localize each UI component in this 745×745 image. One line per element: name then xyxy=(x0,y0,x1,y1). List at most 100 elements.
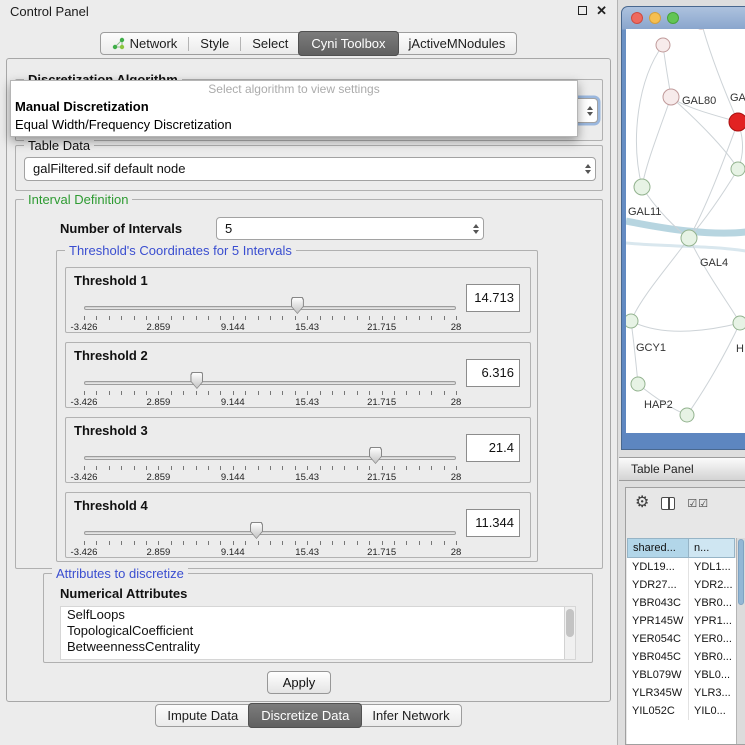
numerical-attributes-list[interactable]: SelfLoopsTopologicalCoefficientBetweenne… xyxy=(60,606,576,660)
tick-mark xyxy=(146,466,147,470)
columns-icon[interactable] xyxy=(661,497,675,510)
threshold-slider[interactable]: -3.4262.8599.14415.4321.71528 xyxy=(84,292,456,332)
attribute-list-item[interactable]: TopologicalCoefficient xyxy=(61,623,575,639)
slider-thumb[interactable] xyxy=(190,372,203,389)
slider-thumb[interactable] xyxy=(291,297,304,314)
network-node[interactable] xyxy=(680,408,694,422)
control-panel-window: Control Panel ✕ NetworkStyle Select Cyni T… xyxy=(0,0,618,745)
tick-mark xyxy=(220,466,221,470)
network-view-window[interactable]: GAL80GAGAL11GAL4GCY1HHAP2 xyxy=(621,6,745,450)
tick-mark xyxy=(419,541,420,545)
network-node[interactable] xyxy=(634,179,650,195)
slider-scale: -3.4262.8599.14415.4321.71528 xyxy=(84,322,456,333)
apply-button[interactable]: Apply xyxy=(267,671,331,694)
tick-mark xyxy=(109,466,110,470)
tick-mark xyxy=(134,541,135,545)
table-row[interactable]: YDR27...YDR2... xyxy=(627,576,736,594)
list-scrollbar-thumb[interactable] xyxy=(566,609,574,637)
tab-jactivemnodules[interactable]: jActiveMNodules xyxy=(398,32,517,55)
threshold-value-field[interactable]: 11.344 xyxy=(466,509,520,537)
tick-mark xyxy=(419,391,420,395)
scale-label: 2.859 xyxy=(147,397,171,408)
network-node-label: GCY1 xyxy=(636,342,666,354)
attribute-list-item[interactable]: SelfLoops xyxy=(61,607,575,623)
table-row[interactable]: YBR043CYBR0... xyxy=(627,594,736,612)
tick-mark xyxy=(394,541,395,545)
tick-mark xyxy=(158,466,159,470)
attribute-list-item[interactable]: BetweennessCentrality xyxy=(61,639,575,655)
tab-network[interactable]: Network xyxy=(101,32,189,55)
tick-mark xyxy=(270,541,271,545)
tick-mark xyxy=(96,316,97,320)
network-node[interactable] xyxy=(733,316,745,330)
tick-mark xyxy=(208,316,209,320)
threshold-value-field[interactable]: 21.4 xyxy=(466,434,520,462)
algorithm-option[interactable]: Equal Width/Frequency Discretization xyxy=(11,116,577,134)
table-scrollbar-thumb[interactable] xyxy=(738,539,744,605)
column-header-2[interactable]: n... xyxy=(689,538,735,558)
threshold-label: Threshold 3 xyxy=(74,423,148,438)
tick-mark xyxy=(431,391,432,395)
threshold-slider[interactable]: -3.4262.8599.14415.4321.71528 xyxy=(84,367,456,407)
close-icon[interactable]: ✕ xyxy=(596,4,607,17)
column-header-1[interactable]: shared... xyxy=(627,538,689,558)
list-scrollbar[interactable] xyxy=(564,607,575,659)
threshold-slider[interactable]: -3.4262.8599.14415.4321.71528 xyxy=(84,517,456,557)
tab-style[interactable]: Style xyxy=(189,32,240,55)
threshold-value-field[interactable]: 14.713 xyxy=(466,284,520,312)
tab-impute-data[interactable]: Impute Data xyxy=(156,704,249,727)
slider-thumb-face xyxy=(292,298,303,313)
network-node[interactable] xyxy=(663,89,679,105)
control-panel-titlebar[interactable]: Control Panel ✕ xyxy=(0,0,617,22)
zoom-traffic-icon[interactable] xyxy=(667,12,679,24)
table-row[interactable]: YBL079WYBL0... xyxy=(627,666,736,684)
tick-mark xyxy=(208,541,209,545)
table-scrollbar[interactable] xyxy=(736,538,745,744)
table-row[interactable]: YDL19...YDL1... xyxy=(627,558,736,576)
threshold-value-field[interactable]: 6.316 xyxy=(466,359,520,387)
tick-mark xyxy=(282,466,283,470)
network-node[interactable] xyxy=(656,38,670,52)
tab-label: Select xyxy=(252,33,288,55)
network-node[interactable] xyxy=(626,314,638,328)
slider-thumb[interactable] xyxy=(369,447,382,464)
algorithm-option[interactable]: Manual Discretization xyxy=(11,98,577,116)
select-checks-icon[interactable]: ☑☑ xyxy=(687,497,709,510)
tab-infer-network[interactable]: Infer Network xyxy=(361,704,460,727)
tick-mark xyxy=(220,316,221,320)
algorithm-dropdown-popup: Select algorithm to view settings Manual… xyxy=(10,80,578,137)
network-node[interactable] xyxy=(729,113,745,131)
tick-mark xyxy=(171,316,172,320)
tick-mark xyxy=(307,316,308,320)
threshold-slider[interactable]: -3.4262.8599.14415.4321.71528 xyxy=(84,442,456,482)
network-canvas[interactable]: GAL80GAGAL11GAL4GCY1HHAP2 xyxy=(626,29,745,433)
network-node[interactable] xyxy=(681,230,697,246)
table-data-combobox[interactable]: galFiltered.sif default node xyxy=(24,157,596,181)
tick-mark xyxy=(146,316,147,320)
network-node-label: GAL80 xyxy=(682,95,716,107)
network-node[interactable] xyxy=(631,377,645,391)
table-panel-header[interactable]: Table Panel xyxy=(619,457,745,481)
close-traffic-icon[interactable] xyxy=(631,12,643,24)
float-window-icon[interactable] xyxy=(578,6,587,15)
scale-label: 2.859 xyxy=(147,547,171,558)
table-row[interactable]: YBR045CYBR0... xyxy=(627,648,736,666)
tab-cyni-toolbox[interactable]: Cyni Toolbox xyxy=(298,31,398,56)
tick-mark xyxy=(406,541,407,545)
tick-mark xyxy=(96,541,97,545)
tick-mark xyxy=(84,391,85,395)
table-row[interactable]: YER054CYER0... xyxy=(627,630,736,648)
slider-thumb[interactable] xyxy=(250,522,263,539)
number-of-intervals-combobox[interactable]: 5 xyxy=(216,217,484,240)
table-row[interactable]: YPR145WYPR1... xyxy=(627,612,736,630)
tab-select[interactable]: Select xyxy=(241,32,299,55)
desktop: Control Panel ✕ NetworkStyle Select Cyni T… xyxy=(0,0,745,745)
minimize-traffic-icon[interactable] xyxy=(649,12,661,24)
settings-gear-icon[interactable]: ⚙ xyxy=(635,495,649,511)
table-row[interactable]: YIL052CYIL0... xyxy=(627,702,736,720)
tick-mark xyxy=(134,391,135,395)
tick-mark xyxy=(146,541,147,545)
network-node[interactable] xyxy=(731,162,745,176)
table-row[interactable]: YLR345WYLR3... xyxy=(627,684,736,702)
tab-discretize-data[interactable]: Discretize Data xyxy=(248,703,362,728)
